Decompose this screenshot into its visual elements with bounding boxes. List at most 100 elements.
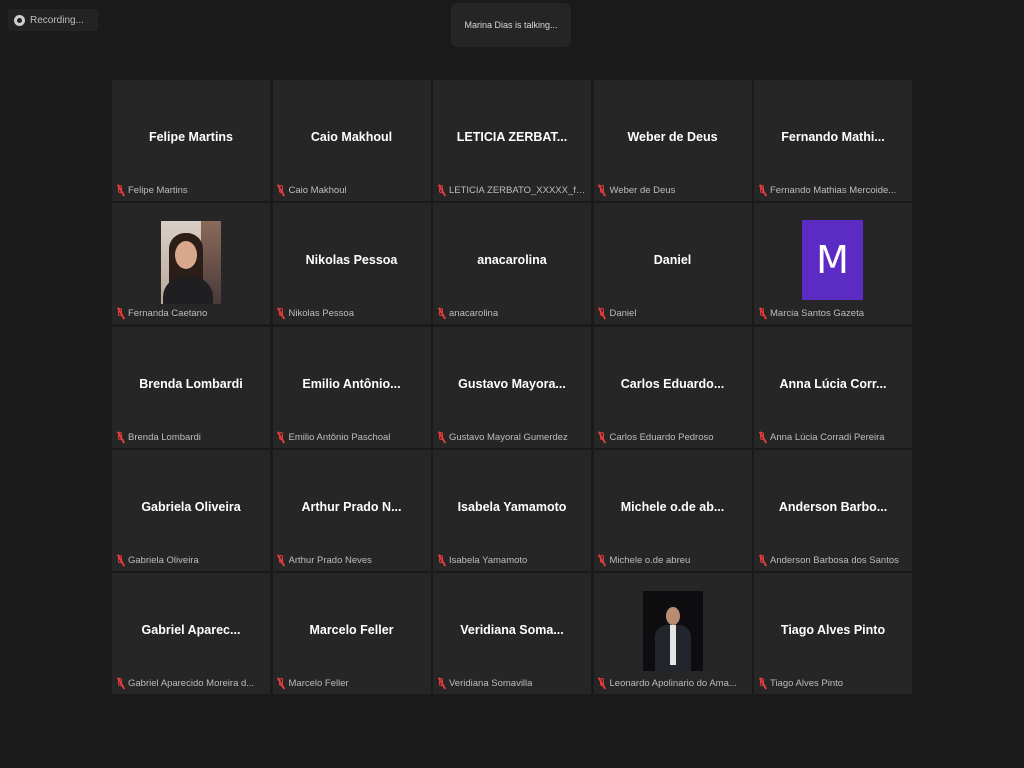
participant-tile[interactable]: Nikolas Pessoa Nikolas Pessoa: [272, 203, 431, 325]
participant-nameplate: Nikolas Pessoa: [277, 308, 428, 319]
participant-tile[interactable]: Daniel Daniel: [593, 203, 752, 325]
participant-display-name: Daniel: [653, 253, 692, 268]
participant-tile[interactable]: LETICIA ZERBAT... LETICIA ZERBATO_XXXXX_f…: [433, 80, 591, 201]
mic-muted-icon: [116, 678, 124, 689]
participant-nameplate: Anderson Barbosa dos Santos: [758, 554, 909, 566]
participant-label: Anderson Barbosa dos Santos: [770, 554, 899, 566]
mic-muted-icon: [277, 554, 285, 566]
participant-nameplate: Marcia Santos Gazeta: [758, 308, 909, 319]
participant-label: Emilio Antônio Paschoal: [288, 431, 391, 443]
participant-nameplate: Weber de Deus: [598, 185, 749, 196]
participant-tile[interactable]: Marcelo Feller Marcelo Feller: [272, 573, 431, 695]
mic-muted-icon: [758, 308, 766, 319]
participant-label: Tiago Alves Pinto: [770, 678, 844, 690]
participant-label: Fernando Mathias Mercoide...: [770, 185, 897, 196]
participant-tile[interactable]: Michele o.de ab... Michele o.de abreu: [593, 449, 752, 571]
participant-tile[interactable]: anacarolina anacarolina: [433, 203, 591, 325]
recording-indicator[interactable]: Recording...: [8, 9, 98, 31]
participant-label: Gabriela Oliveira: [128, 554, 199, 566]
participant-nameplate: Isabela Yamamoto: [437, 554, 588, 566]
recording-icon: [14, 14, 25, 26]
participant-tile[interactable]: Felipe Martins Felipe Martins: [112, 80, 270, 201]
participant-label: anacarolina: [449, 308, 499, 320]
participant-avatar: M: [802, 220, 863, 301]
mic-muted-icon: [598, 554, 606, 566]
mic-muted-icon: [277, 678, 285, 689]
participant-tile[interactable]: Tiago Alves Pinto Tiago Alves Pinto: [754, 573, 912, 695]
participant-nameplate: Marcelo Feller: [277, 678, 428, 689]
participant-tile[interactable]: Veridiana Soma... Veridiana Somavilla: [433, 573, 591, 695]
participant-label: Weber de Deus: [609, 185, 676, 196]
participant-tile[interactable]: Gabriel Aparec... Gabriel Aparecido Morei…: [112, 573, 270, 695]
participant-display-name: Gabriel Aparec...: [141, 623, 241, 638]
participant-nameplate: Fernando Mathias Mercoide...: [758, 185, 909, 196]
participant-label: Arthur Prado Neves: [288, 554, 372, 566]
participant-tile[interactable]: Isabela Yamamoto Isabela Yamamoto: [433, 449, 591, 571]
participant-label: Isabela Yamamoto: [449, 554, 528, 566]
participant-nameplate: Gustavo Mayoral Gumerdez: [437, 431, 588, 443]
participant-display-name: Arthur Prado N...: [301, 499, 402, 514]
participant-tile[interactable]: M Marcia Santos Gazeta: [754, 203, 912, 325]
mic-muted-icon: [116, 185, 124, 196]
participant-tile[interactable]: Anderson Barbo... Anderson Barbosa dos Sa…: [754, 449, 912, 571]
participant-display-name: Fernando Mathi...: [781, 130, 885, 144]
participant-label: Nikolas Pessoa: [288, 308, 354, 320]
participant-tile[interactable]: Weber de Deus Weber de Deus: [593, 80, 752, 201]
participant-video: [161, 221, 221, 305]
participant-display-name: LETICIA ZERBAT...: [456, 130, 568, 144]
mic-muted-icon: [116, 554, 124, 566]
mic-muted-icon: [437, 431, 445, 443]
participant-label: Anna Lúcia Corradi Pereira: [770, 431, 885, 443]
participant-nameplate: Gabriel Aparecido Moreira d...: [116, 678, 267, 689]
participant-nameplate: Tiago Alves Pinto: [758, 678, 909, 689]
participant-nameplate: Felipe Martins: [116, 185, 267, 196]
participant-tile[interactable]: Anna Lúcia Corr... Anna Lúcia Corradi Per…: [754, 326, 912, 448]
participant-tile[interactable]: Caio Makhoul Caio Makhoul: [272, 80, 431, 201]
recording-label: Recording...: [30, 14, 84, 26]
participant-gallery: Felipe Martins Felipe Martins Caio Makhoul…: [112, 80, 912, 695]
participant-display-name: Isabela Yamamoto: [457, 499, 567, 514]
participant-label: Gabriel Aparecido Moreira d...: [128, 678, 255, 690]
participant-display-name: Veridiana Soma...: [460, 623, 564, 638]
participant-label: Carlos Eduardo Pedroso: [609, 431, 714, 443]
mic-muted-icon: [277, 308, 285, 319]
participant-nameplate: Carlos Eduardo Pedroso: [598, 431, 749, 443]
participant-nameplate: Fernanda Caetano: [116, 308, 267, 319]
active-speaker-banner: Marina Dias is talking...: [451, 3, 571, 47]
participant-label: Veridiana Somavilla: [449, 678, 533, 690]
mic-muted-icon: [116, 431, 124, 443]
participant-tile[interactable]: Gabriela Oliveira Gabriela Oliveira: [112, 449, 270, 571]
mic-muted-icon: [758, 431, 766, 443]
participant-nameplate: LETICIA ZERBATO_XXXXX_feli...: [437, 185, 588, 196]
participant-nameplate: Anna Lúcia Corradi Pereira: [758, 431, 909, 443]
participant-nameplate: anacarolina: [437, 308, 588, 319]
participant-tile[interactable]: Fernando Mathi... Fernando Mathias Mercoi…: [754, 80, 912, 201]
participant-nameplate: Veridiana Somavilla: [437, 678, 588, 689]
participant-display-name: Anderson Barbo...: [778, 499, 888, 514]
participant-video: [642, 591, 703, 672]
participant-label: LETICIA ZERBATO_XXXXX_feli...: [449, 185, 588, 196]
participant-nameplate: Gabriela Oliveira: [116, 554, 267, 566]
participant-nameplate: Brenda Lombardi: [116, 431, 267, 443]
participant-tile[interactable]: Brenda Lombardi Brenda Lombardi: [112, 326, 270, 448]
participant-tile[interactable]: Carlos Eduardo... Carlos Eduardo Pedroso: [593, 326, 752, 448]
participant-display-name: Anna Lúcia Corr...: [779, 376, 887, 391]
participant-nameplate: Emilio Antônio Paschoal: [277, 431, 428, 443]
participant-tile[interactable]: Fernanda Caetano: [112, 203, 270, 325]
participant-label: Felipe Martins: [128, 185, 188, 196]
participant-tile[interactable]: Arthur Prado N... Arthur Prado Neves: [272, 449, 431, 571]
participant-label: Gustavo Mayoral Gumerdez: [449, 431, 568, 443]
participant-display-name: anacarolina: [477, 253, 547, 268]
mic-muted-icon: [437, 554, 445, 566]
participant-tile[interactable]: Gustavo Mayora... Gustavo Mayoral Gumerde…: [433, 326, 591, 448]
mic-muted-icon: [598, 185, 606, 196]
participant-label: Leonardo Apolinario do Ama...: [609, 678, 737, 690]
participant-nameplate: Michele o.de abreu: [598, 554, 749, 566]
participant-display-name: Weber de Deus: [627, 130, 718, 144]
participant-nameplate: Daniel: [598, 308, 749, 319]
mic-muted-icon: [598, 678, 606, 689]
participant-tile[interactable]: Emilio Antônio... Emilio Antônio Paschoal: [272, 326, 431, 448]
participant-display-name: Gustavo Mayora...: [458, 376, 566, 391]
participant-tile[interactable]: Leonardo Apolinario do Ama...: [593, 573, 752, 695]
participant-display-name: Tiago Alves Pinto: [780, 623, 886, 638]
